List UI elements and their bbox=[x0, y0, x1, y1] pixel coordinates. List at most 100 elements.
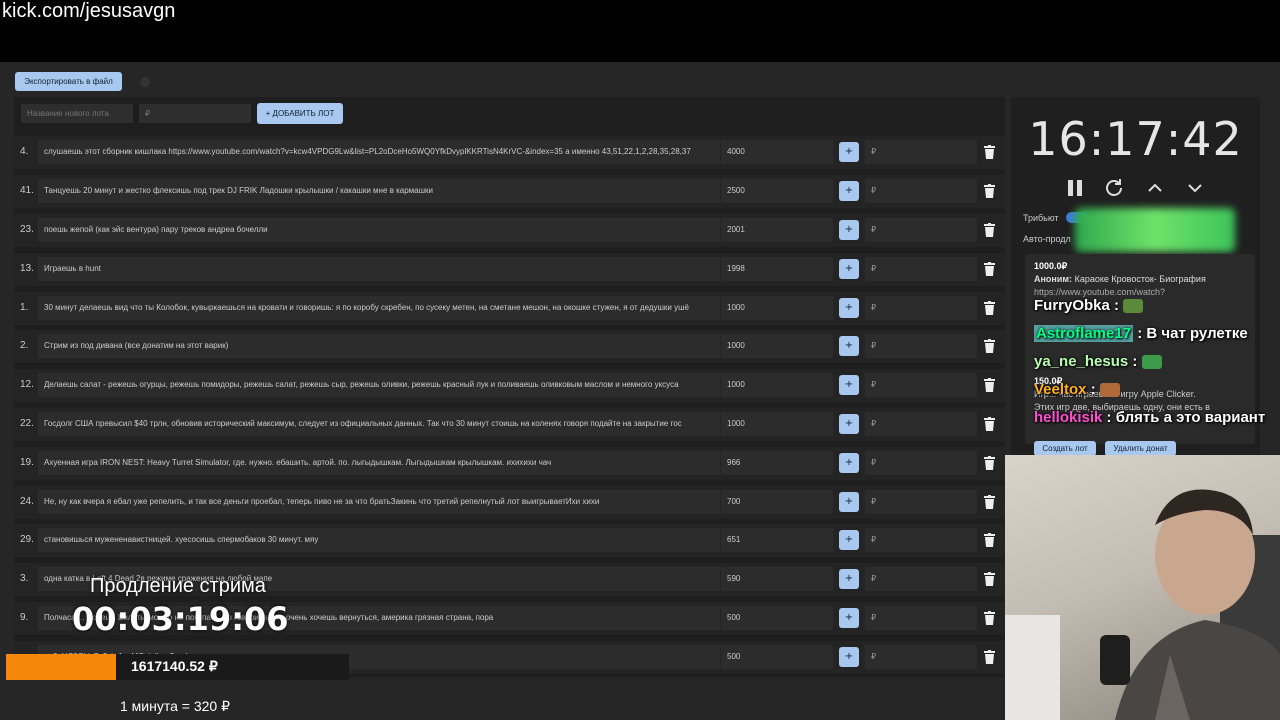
lot-row: 19. Ахуенная игра IRON NEST: Heavy Turret… bbox=[14, 447, 1005, 480]
lot-title-input[interactable]: Ахуенная игра IRON NEST: Heavy Turret Si… bbox=[38, 451, 720, 475]
add-amount-input[interactable]: ₽ bbox=[865, 451, 977, 475]
extension-label: Продление стрима bbox=[90, 575, 266, 597]
add-amount-input[interactable]: ₽ bbox=[865, 528, 977, 552]
add-amount-button[interactable]: + bbox=[839, 569, 859, 589]
lot-index: 24. bbox=[20, 496, 34, 507]
trash-icon[interactable] bbox=[984, 378, 995, 392]
chevron-up-icon[interactable] bbox=[1143, 176, 1167, 200]
tribute-label: Трибьют bbox=[1023, 213, 1059, 223]
lot-title-input[interactable]: Не, ну как вчера я ебал уже репелить, и … bbox=[38, 490, 720, 514]
add-amount-input[interactable]: ₽ bbox=[865, 373, 977, 397]
add-amount-input[interactable]: ₽ bbox=[865, 490, 977, 514]
add-amount-input[interactable]: ₽ bbox=[865, 257, 977, 281]
chat-username: ya_ne_hesus bbox=[1034, 353, 1129, 370]
lot-index: 23. bbox=[20, 224, 34, 235]
streamer-silhouette bbox=[1005, 489, 1280, 720]
add-amount-button[interactable]: + bbox=[839, 492, 859, 512]
lot-title-input[interactable]: Делаешь салат - режешь огурцы, режешь по… bbox=[38, 373, 720, 397]
add-amount-button[interactable]: + bbox=[839, 414, 859, 434]
trash-icon[interactable] bbox=[984, 417, 995, 431]
chat-separator: : bbox=[1109, 297, 1124, 314]
donation-progress-fill bbox=[6, 654, 116, 680]
trash-icon[interactable] bbox=[984, 223, 995, 237]
donation-text: Аноним: Караоке Кровосток- Биография bbox=[1034, 274, 1206, 284]
lot-title-input[interactable]: становишься мужененавистницей. хуесосишь… bbox=[38, 528, 720, 552]
chat-message: FurryObka : bbox=[1034, 297, 1144, 314]
add-amount-button[interactable]: + bbox=[839, 647, 859, 667]
lot-amount-input[interactable]: 1000 bbox=[721, 296, 833, 320]
add-amount-button[interactable]: + bbox=[839, 336, 859, 356]
add-amount-input[interactable]: ₽ bbox=[865, 606, 977, 630]
add-amount-button[interactable]: + bbox=[839, 608, 859, 628]
trash-icon[interactable] bbox=[984, 456, 995, 470]
add-amount-button[interactable]: + bbox=[839, 220, 859, 240]
lot-title-input[interactable]: слушаешь этот сборник кишлака https://ww… bbox=[38, 140, 720, 164]
add-lot-button[interactable]: + ДОБАВИТЬ ЛОТ bbox=[257, 103, 343, 124]
lot-row: 4. слушаешь этот сборник кишлака https://… bbox=[14, 136, 1005, 169]
export-button[interactable]: Экспортировать в файл bbox=[15, 72, 122, 91]
pause-icon[interactable] bbox=[1063, 176, 1087, 200]
create-lot-button[interactable]: Создать лот bbox=[1034, 441, 1096, 456]
add-amount-button[interactable]: + bbox=[839, 142, 859, 162]
lot-title-input[interactable]: поешь жепой (как эйс вентура) пару треко… bbox=[38, 218, 720, 242]
lot-title-input[interactable]: Госдолг США превысил $40 трлн, обновив и… bbox=[38, 412, 720, 436]
lot-index: 29. bbox=[20, 534, 34, 545]
add-amount-input[interactable]: ₽ bbox=[865, 218, 977, 242]
trash-icon[interactable] bbox=[984, 184, 995, 198]
lot-title-input[interactable]: Играешь в hunt bbox=[38, 257, 720, 281]
trash-icon[interactable] bbox=[984, 495, 995, 509]
add-amount-input[interactable]: ₽ bbox=[865, 334, 977, 358]
trash-icon[interactable] bbox=[984, 262, 995, 276]
restart-icon[interactable] bbox=[1102, 176, 1126, 200]
lot-amount-input[interactable]: 1000 bbox=[721, 412, 833, 436]
lot-title-input[interactable]: Стрим из под дивана (все донатим на этот… bbox=[38, 334, 720, 358]
lot-title-input[interactable]: 30 минут делаешь вид что ты Колобок, кув… bbox=[38, 296, 720, 320]
new-lot-price-input[interactable] bbox=[139, 104, 251, 123]
trash-icon[interactable] bbox=[984, 611, 995, 625]
trash-icon[interactable] bbox=[984, 572, 995, 586]
emote-icon bbox=[1123, 299, 1144, 314]
lot-row: 1. 30 минут делаешь вид что ты Колобок, к… bbox=[14, 292, 1005, 325]
lot-row: 41. Танцуешь 20 минут и жестко флексишь п… bbox=[14, 175, 1005, 208]
chat-username: FurryObka bbox=[1034, 297, 1110, 314]
trash-icon[interactable] bbox=[984, 145, 995, 159]
lot-amount-input[interactable]: 1000 bbox=[721, 373, 833, 397]
add-amount-input[interactable]: ₽ bbox=[865, 645, 977, 669]
trash-icon[interactable] bbox=[984, 301, 995, 315]
chevron-down-icon[interactable] bbox=[1183, 176, 1207, 200]
chat-text: блять а это вариант bbox=[1115, 409, 1266, 426]
add-amount-button[interactable]: + bbox=[839, 530, 859, 550]
lot-amount-input[interactable]: 966 bbox=[721, 451, 833, 475]
add-amount-input[interactable]: ₽ bbox=[865, 179, 977, 203]
status-dot bbox=[140, 77, 150, 87]
lot-amount-input[interactable]: 651 bbox=[721, 528, 833, 552]
lot-title-input[interactable]: Танцуешь 20 минут и жестко флексишь под … bbox=[38, 179, 720, 203]
trash-icon[interactable] bbox=[984, 339, 995, 353]
lot-index: 19. bbox=[20, 457, 34, 468]
new-lot-name-input[interactable] bbox=[21, 104, 133, 123]
add-amount-input[interactable]: ₽ bbox=[865, 296, 977, 320]
add-amount-input[interactable]: ₽ bbox=[865, 567, 977, 591]
add-amount-input[interactable]: ₽ bbox=[865, 412, 977, 436]
extension-rate: 1 минута = 320 ₽ bbox=[120, 698, 231, 714]
lot-amount-input[interactable]: 500 bbox=[721, 606, 833, 630]
delete-donation-button[interactable]: Удалить донат bbox=[1105, 441, 1176, 456]
add-amount-button[interactable]: + bbox=[839, 181, 859, 201]
lot-amount-input[interactable]: 1000 bbox=[721, 334, 833, 358]
add-amount-input[interactable]: ₽ bbox=[865, 140, 977, 164]
trash-icon[interactable] bbox=[984, 650, 995, 664]
add-amount-button[interactable]: + bbox=[839, 298, 859, 318]
chat-username: hellokisik bbox=[1034, 409, 1103, 426]
trash-icon[interactable] bbox=[984, 533, 995, 547]
donation-message: Караоке Кровосток- Биография bbox=[1074, 274, 1206, 284]
lot-amount-input[interactable]: 1998 bbox=[721, 257, 833, 281]
lot-amount-input[interactable]: 700 bbox=[721, 490, 833, 514]
add-amount-button[interactable]: + bbox=[839, 453, 859, 473]
lot-amount-input[interactable]: 500 bbox=[721, 645, 833, 669]
add-amount-button[interactable]: + bbox=[839, 259, 859, 279]
lot-amount-input[interactable]: 2001 bbox=[721, 218, 833, 242]
lot-amount-input[interactable]: 2500 bbox=[721, 179, 833, 203]
lot-amount-input[interactable]: 590 bbox=[721, 567, 833, 591]
lot-amount-input[interactable]: 4000 bbox=[721, 140, 833, 164]
add-amount-button[interactable]: + bbox=[839, 375, 859, 395]
